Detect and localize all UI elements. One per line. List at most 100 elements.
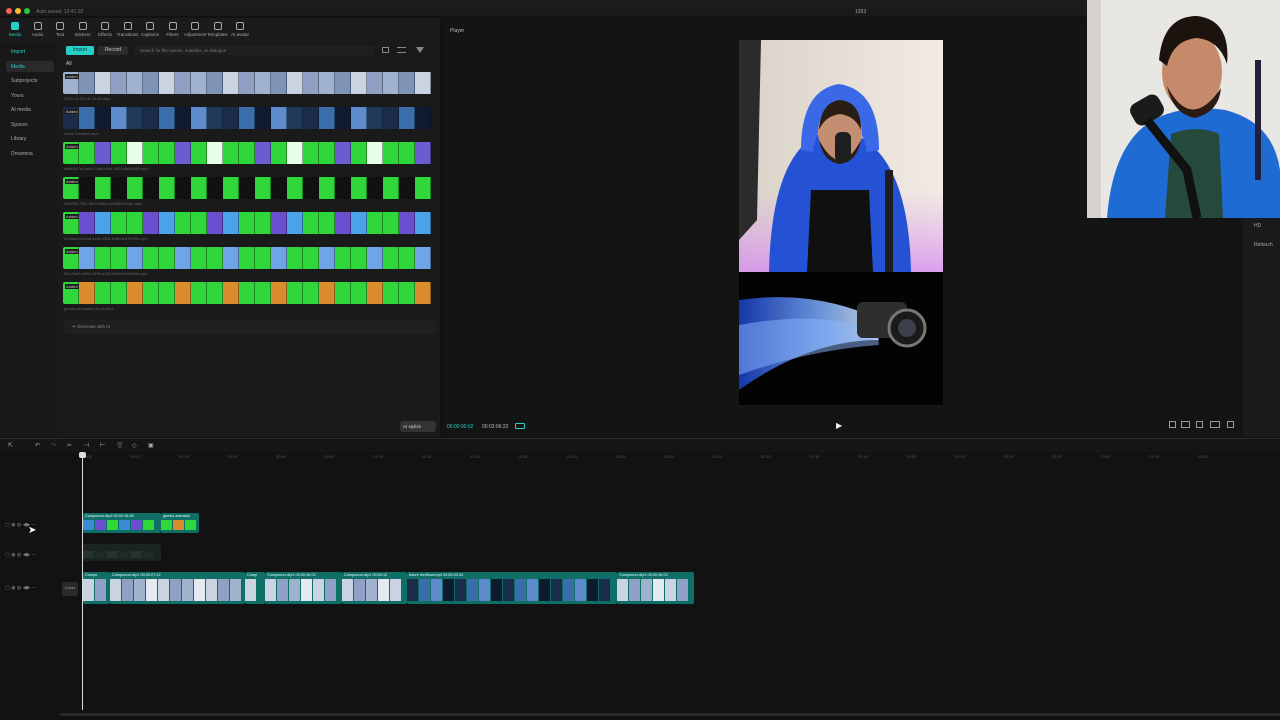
timeline-toolbar bbox=[0, 438, 1280, 452]
clip-label: Compound clip2 00:00:16:06 bbox=[85, 514, 134, 518]
import-button[interactable]: Import bbox=[66, 46, 94, 55]
record-button[interactable]: Record bbox=[98, 46, 128, 55]
main-track-clip[interactable]: Compound clip1 00:00:27:12 bbox=[110, 572, 245, 604]
thumbnail-frame bbox=[239, 72, 255, 94]
tool-text[interactable]: Text bbox=[49, 22, 71, 37]
thumbnail-frame bbox=[175, 282, 191, 304]
tool-effects[interactable]: Effects bbox=[94, 22, 116, 37]
timeline-scrollbar[interactable] bbox=[60, 713, 1280, 716]
playhead-handle[interactable] bbox=[79, 452, 86, 458]
thumbnail-frame bbox=[335, 107, 351, 129]
main-track-clip[interactable]: Comp bbox=[245, 572, 265, 604]
sidebar-item-ai-media[interactable]: AI media bbox=[6, 104, 54, 115]
ai-stylize-button[interactable]: AI stylize bbox=[400, 421, 436, 432]
media-clip-thumbnail[interactable]: Added bbox=[63, 142, 435, 164]
media-clip-thumbnail[interactable]: Added bbox=[63, 282, 435, 304]
select-tool-icon[interactable]: ⇱ bbox=[8, 442, 13, 449]
tool-transitions[interactable]: Transitions bbox=[117, 22, 139, 37]
main-track-clip[interactable]: Compound clip1 00:00:16:02 bbox=[265, 572, 342, 604]
tool-stickers[interactable]: Stickers bbox=[72, 22, 94, 37]
sidebar-item-dreamina[interactable]: Dreamina bbox=[6, 148, 54, 159]
thumbnail-frame bbox=[367, 107, 383, 129]
cover-button[interactable]: Cover bbox=[62, 582, 78, 596]
grid-view-icon[interactable] bbox=[382, 47, 389, 53]
thumbnail-frame bbox=[383, 72, 399, 94]
ghost-clip[interactable] bbox=[83, 544, 161, 561]
quality-icon[interactable] bbox=[1181, 421, 1190, 428]
sidebar-item-import[interactable]: Import bbox=[6, 46, 54, 57]
split-left-icon[interactable]: ⊣ bbox=[84, 442, 89, 449]
delete-icon[interactable]: 🗑 bbox=[116, 442, 124, 449]
sidebar-item-spaces[interactable]: Spaces bbox=[6, 119, 54, 130]
video-preview[interactable] bbox=[739, 40, 943, 405]
generate-with-ai-button[interactable]: ✦ Generate with AI bbox=[64, 320, 436, 334]
overlay-clip[interactable]: gemini-animatio bbox=[161, 513, 199, 533]
filter-all-label[interactable]: All bbox=[66, 61, 72, 67]
thumbnail-frame bbox=[223, 72, 239, 94]
media-icon bbox=[11, 22, 19, 30]
media-clip-thumbnail[interactable]: Added bbox=[63, 247, 435, 269]
tool-ai-avatar[interactable]: AI avatar bbox=[229, 22, 251, 37]
sort-icon[interactable] bbox=[397, 47, 406, 53]
tool-captions[interactable]: Captions bbox=[139, 22, 161, 37]
thumbnail-frame bbox=[223, 142, 239, 164]
redo-icon[interactable]: ↷ bbox=[51, 442, 56, 449]
retouch-label[interactable]: Retouch bbox=[1254, 242, 1273, 248]
thumbnail-frame bbox=[271, 177, 287, 199]
ruler-tick-label: 02:20 bbox=[761, 454, 772, 459]
fullscreen-icon[interactable] bbox=[1227, 421, 1234, 428]
media-search-input[interactable] bbox=[134, 46, 374, 55]
sidebar-item-media[interactable]: Media bbox=[6, 60, 54, 72]
split-right-icon[interactable]: ⊢ bbox=[100, 442, 105, 449]
playhead[interactable] bbox=[82, 452, 83, 710]
timecode-mode-icon[interactable] bbox=[515, 423, 525, 429]
project-title: 1203 bbox=[855, 9, 867, 15]
sidebar-item-subprojects[interactable]: Subprojects bbox=[6, 75, 54, 86]
current-timecode: 00:00:00:02 bbox=[447, 424, 474, 430]
thumbnail-frame bbox=[319, 72, 335, 94]
ratio-icon[interactable] bbox=[1210, 421, 1220, 428]
thumbnail-frame bbox=[159, 177, 175, 199]
thumbnail-frame bbox=[159, 282, 175, 304]
media-clip-thumbnail[interactable]: Added bbox=[63, 212, 435, 234]
close-window-button[interactable] bbox=[6, 8, 12, 14]
minimize-window-button[interactable] bbox=[15, 8, 21, 14]
crop-icon[interactable] bbox=[1169, 421, 1176, 428]
thumbnail-frame bbox=[143, 212, 159, 234]
overlay-clip[interactable]: Compound clip2 00:00:16:06 bbox=[83, 513, 161, 533]
maximize-window-button[interactable] bbox=[24, 8, 30, 14]
media-clip-thumbnail[interactable]: Added bbox=[63, 107, 435, 129]
main-track-clip[interactable]: Compound clip1 00:00:16:03 bbox=[617, 572, 694, 604]
clip-frame bbox=[378, 579, 389, 601]
tool-media[interactable]: Media bbox=[4, 22, 26, 37]
undo-icon[interactable]: ↶ bbox=[35, 442, 40, 449]
timeline-ruler[interactable]: 00:00 00:10 00:20 00:30 00:40 00:50 01:00 01:10… bbox=[82, 452, 1280, 462]
main-track-controls[interactable]: ▢ ◉ ◍ ◀▶ ─ bbox=[5, 585, 35, 591]
filter-icon[interactable] bbox=[416, 47, 424, 53]
audio-track-controls[interactable]: ▢ ◉ ◍ ◀▶ ─ bbox=[5, 552, 35, 558]
sidebar-item-library[interactable]: Library bbox=[6, 133, 54, 144]
thumbnail-frame bbox=[111, 212, 127, 234]
tool-templates[interactable]: Templates bbox=[207, 22, 229, 37]
main-track-clip[interactable]: Compo bbox=[83, 572, 110, 604]
tool-label: AI avatar bbox=[230, 32, 249, 37]
media-clip-thumbnail[interactable]: Added bbox=[63, 177, 435, 199]
tool-adjustment[interactable]: Adjustment bbox=[184, 22, 207, 37]
tool-audio[interactable]: Audio bbox=[27, 22, 49, 37]
clip-frame bbox=[354, 579, 365, 601]
sidebar-item-yours[interactable]: Yours bbox=[6, 90, 54, 101]
play-button[interactable]: ▶ bbox=[836, 421, 842, 430]
stickers-icon bbox=[78, 22, 87, 30]
thumbnail-frame bbox=[207, 107, 223, 129]
crop-timeline-icon[interactable]: ▣ bbox=[148, 442, 154, 449]
thumbnail-frame bbox=[383, 142, 399, 164]
main-track-clip[interactable]: future techflow.mp4 00:00:43:24 bbox=[407, 572, 617, 604]
media-clip-thumbnail[interactable]: Added bbox=[63, 72, 435, 94]
snapshot-icon[interactable] bbox=[1196, 421, 1203, 428]
hd-label[interactable]: HD bbox=[1254, 223, 1261, 229]
main-track-clip[interactable]: Compound clip1 00:00:12 bbox=[342, 572, 407, 604]
ruler-tick-label: 00:50 bbox=[324, 454, 335, 459]
tool-filters[interactable]: Filters bbox=[162, 22, 184, 37]
marker-icon[interactable]: ◇ bbox=[132, 442, 137, 449]
split-icon[interactable]: ✂ bbox=[67, 442, 72, 449]
